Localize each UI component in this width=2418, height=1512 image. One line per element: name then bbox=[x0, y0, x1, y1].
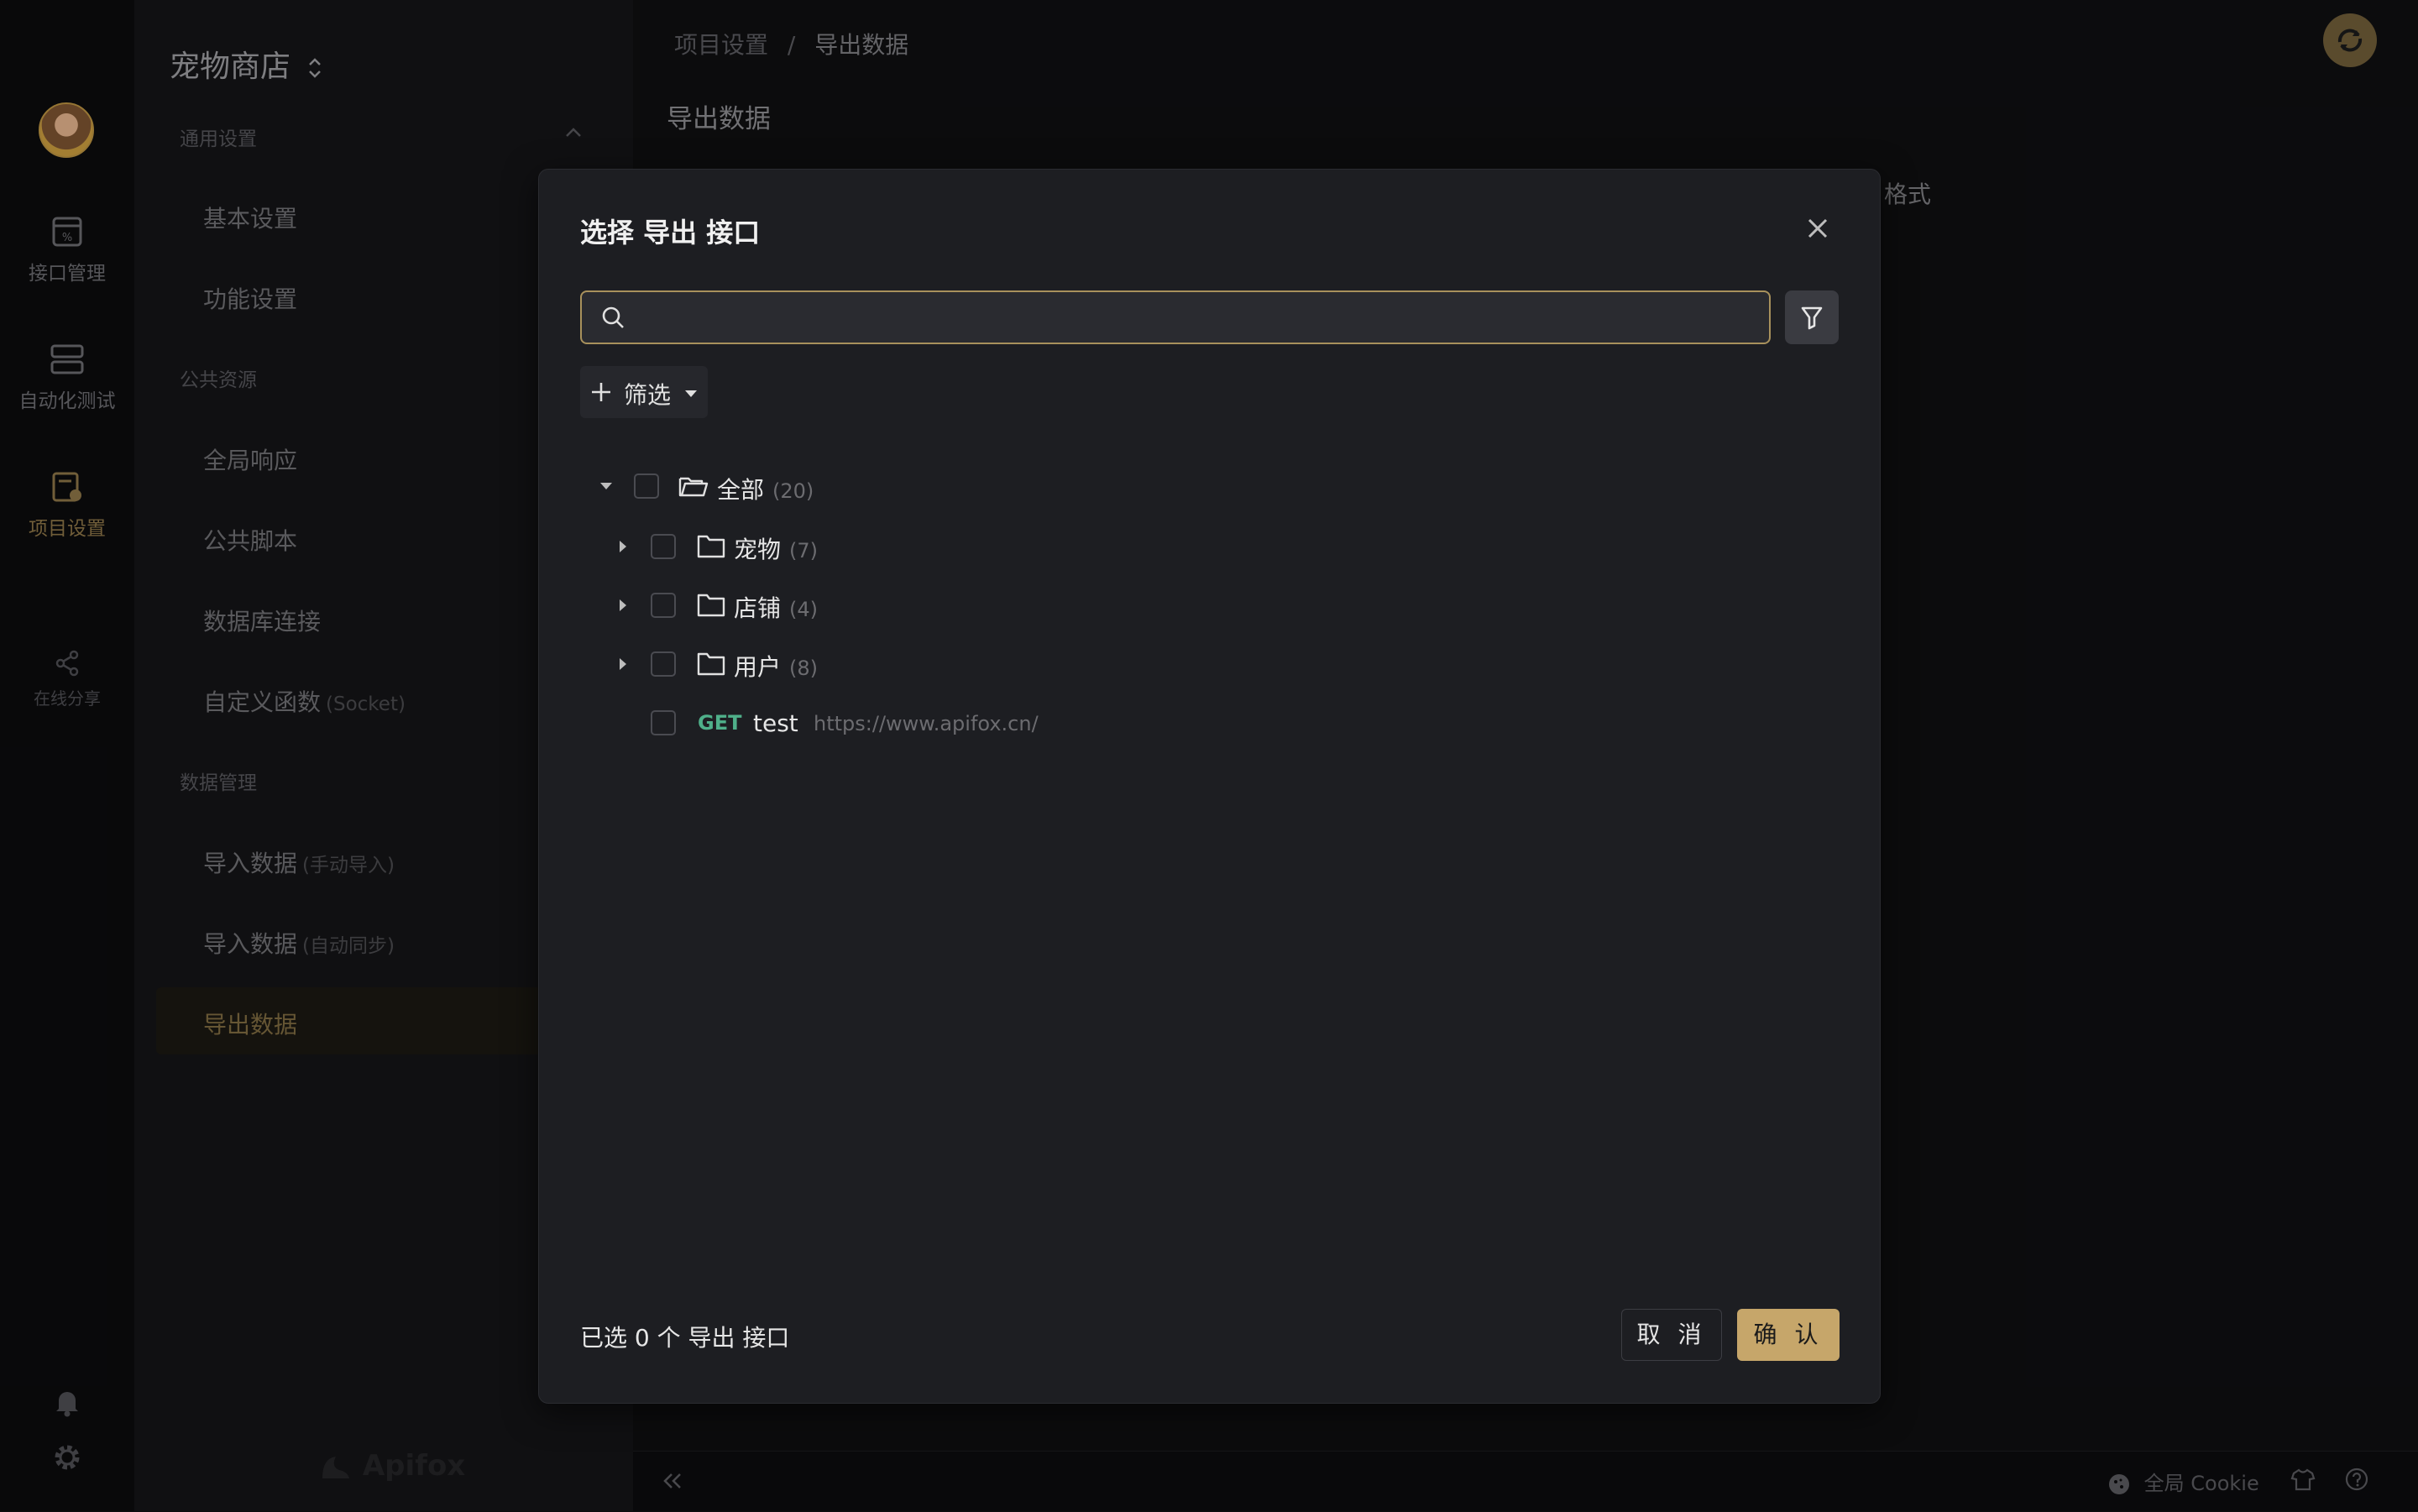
tree-row-folder[interactable]: 宠物 (7) bbox=[539, 526, 1880, 568]
tree-count: (20) bbox=[772, 479, 814, 503]
tree-count: (7) bbox=[789, 539, 819, 562]
cancel-button[interactable]: 取 消 bbox=[1621, 1309, 1722, 1361]
add-filter-button[interactable]: 筛选 bbox=[580, 366, 708, 418]
tree-label: 用户 (8) bbox=[734, 649, 818, 683]
search-field[interactable] bbox=[580, 290, 1771, 344]
tree-label: 宠物 (7) bbox=[734, 531, 818, 565]
tree-count: (8) bbox=[789, 657, 819, 680]
folder-open-icon bbox=[678, 477, 709, 497]
plus-icon bbox=[592, 383, 610, 401]
folder-icon bbox=[697, 594, 725, 617]
caret-right-icon[interactable] bbox=[619, 540, 627, 553]
tree-row-folder[interactable]: 用户 (8) bbox=[539, 643, 1880, 685]
folder-icon bbox=[697, 652, 725, 676]
caret-right-icon[interactable] bbox=[619, 657, 627, 671]
close-icon[interactable] bbox=[1803, 213, 1833, 243]
endpoint-url: https://www.apifox.cn/ bbox=[814, 712, 1039, 735]
caret-right-icon[interactable] bbox=[619, 599, 627, 612]
dialog-title: 选择 导出 接口 bbox=[580, 217, 761, 249]
tree-row-folder[interactable]: 店铺 (4) bbox=[539, 584, 1880, 626]
tree-count: (4) bbox=[789, 598, 819, 621]
search-icon bbox=[602, 306, 624, 328]
tree-label-text: 用户 bbox=[734, 653, 782, 681]
tree-label-text: 宠物 bbox=[734, 536, 782, 563]
confirm-button[interactable]: 确 认 bbox=[1737, 1309, 1840, 1361]
export-select-dialog: 选择 导出 接口 筛选 全部 (20) 宠物 (7) 店铺 (4) 用户 (8)… bbox=[538, 169, 1881, 1404]
tree-checkbox[interactable] bbox=[634, 473, 659, 499]
tree-checkbox[interactable] bbox=[651, 534, 676, 559]
filter-toggle-button[interactable] bbox=[1785, 290, 1839, 344]
tree-checkbox[interactable] bbox=[651, 651, 676, 677]
filter-icon bbox=[1801, 306, 1823, 330]
caret-down-icon[interactable] bbox=[599, 482, 613, 490]
tree-label-text: 全部 bbox=[717, 476, 765, 504]
tree-label: 店铺 (4) bbox=[734, 590, 818, 624]
selection-count-text: 已选 0 个 导出 接口 bbox=[580, 1324, 790, 1352]
method-badge: GET bbox=[698, 711, 742, 735]
tree-label: 全部 (20) bbox=[717, 472, 814, 505]
tree-label-text: 店铺 bbox=[734, 594, 782, 622]
tree-checkbox[interactable] bbox=[651, 710, 676, 735]
tree-row-endpoint[interactable]: GET test https://www.apifox.cn/ bbox=[539, 702, 1880, 744]
search-input[interactable] bbox=[632, 299, 1752, 337]
filter-label: 筛选 bbox=[624, 381, 672, 409]
tree-row-root[interactable]: 全部 (20) bbox=[539, 467, 1880, 509]
endpoint-name: test bbox=[753, 709, 798, 737]
folder-icon bbox=[697, 535, 725, 558]
tree-checkbox[interactable] bbox=[651, 593, 676, 618]
caret-down-icon bbox=[685, 390, 697, 397]
